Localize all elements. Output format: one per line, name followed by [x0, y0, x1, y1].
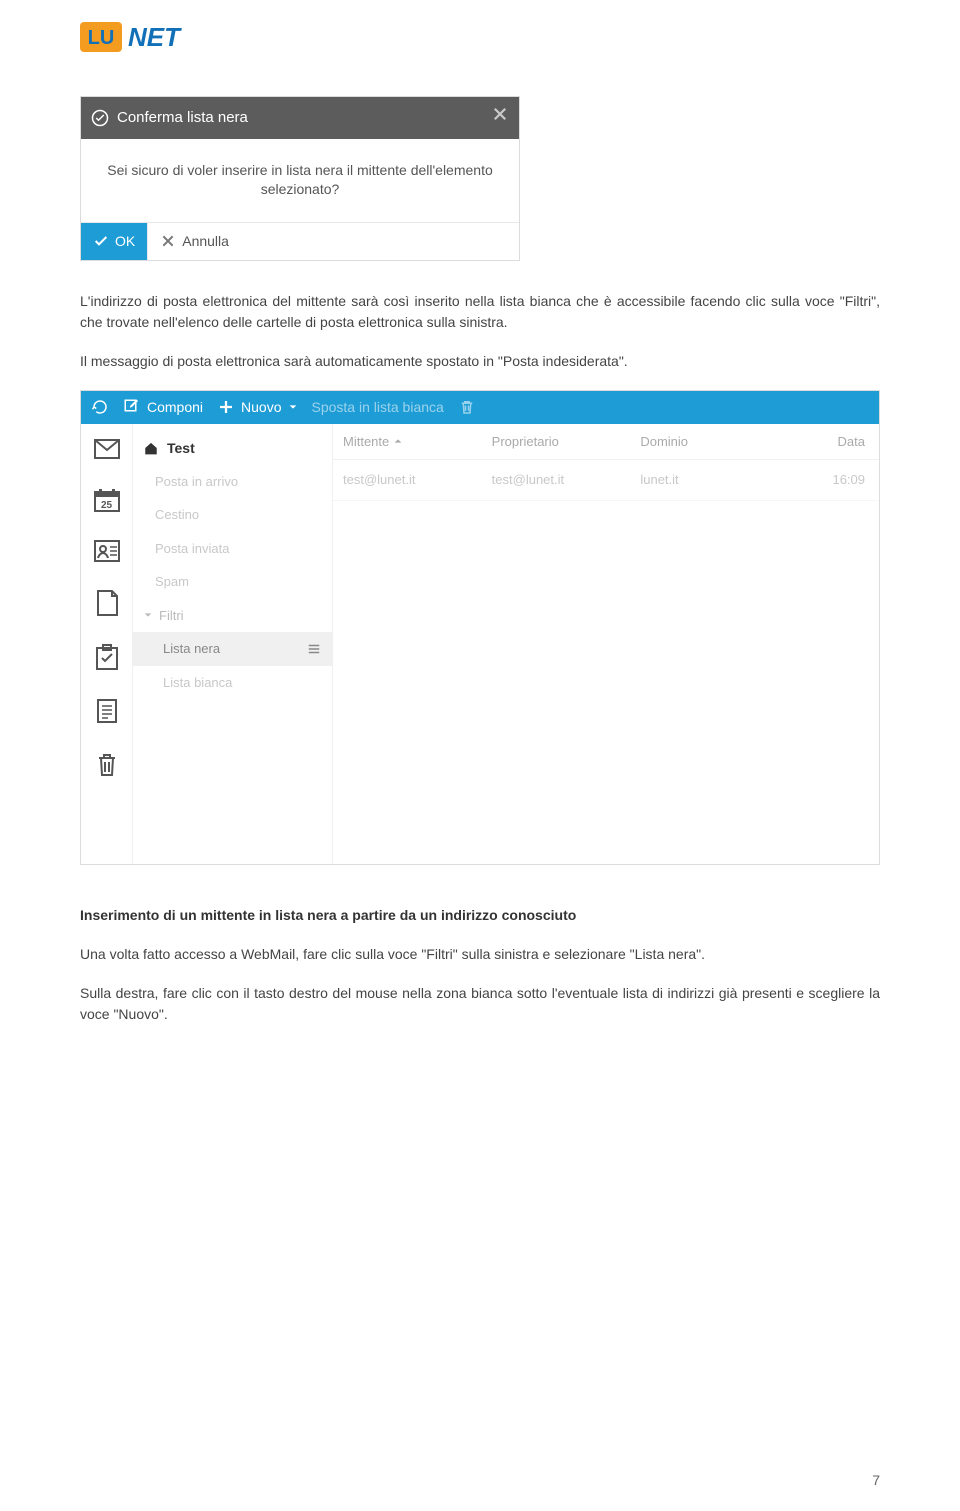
folder-trash[interactable]: Cestino	[133, 498, 332, 532]
filter-blacklist[interactable]: Lista nera	[133, 632, 332, 666]
compose-icon	[123, 398, 141, 416]
folder-inbox[interactable]: Posta in arrivo	[133, 465, 332, 499]
plus-icon	[217, 398, 235, 416]
col-owner[interactable]: Proprietario	[492, 432, 631, 452]
chevron-down-icon	[143, 610, 153, 620]
filters-section[interactable]: Filtri	[133, 599, 332, 633]
paragraph-2: Il messaggio di posta elettronica sarà a…	[80, 351, 880, 372]
cell-owner: test@lunet.it	[492, 470, 631, 490]
close-icon[interactable]	[491, 105, 509, 131]
dialog-body: Sei sicuro di voler inserire in lista ne…	[81, 139, 519, 223]
refresh-icon	[91, 398, 109, 416]
calendar-day-number: 25	[94, 498, 120, 513]
dialog-header: Conferma lista nera	[81, 97, 519, 139]
menu-icon[interactable]	[306, 642, 322, 656]
notes-app-icon[interactable]	[95, 590, 119, 616]
logo-right-text: NET	[128, 22, 182, 52]
ok-button-label: OK	[115, 231, 135, 252]
folder-sent[interactable]: Posta inviata	[133, 532, 332, 566]
cancel-button[interactable]: Annulla	[148, 223, 241, 260]
cell-sender: test@lunet.it	[343, 470, 482, 490]
chevron-down-icon	[288, 402, 298, 412]
move-whitelist-button[interactable]: Sposta in lista bianca	[312, 397, 444, 418]
sort-asc-icon	[393, 436, 403, 446]
col-sender[interactable]: Mittente	[343, 432, 482, 452]
filter-blacklist-label: Lista nera	[163, 639, 220, 659]
table-header: Mittente Proprietario Dominio Data	[333, 424, 879, 461]
contacts-app-icon[interactable]	[94, 540, 120, 562]
col-date[interactable]: Data	[789, 432, 869, 452]
check-circle-icon	[91, 109, 109, 127]
folder-spam[interactable]: Spam	[133, 565, 332, 599]
page-number: 7	[872, 1470, 880, 1491]
paragraph-4: Sulla destra, fare clic con il tasto des…	[80, 983, 880, 1025]
check-icon	[93, 233, 109, 249]
trash-app-icon[interactable]	[95, 752, 119, 778]
dialog-footer: OK Annulla	[81, 223, 519, 260]
compose-label: Componi	[147, 397, 203, 418]
paragraph-1: L'indirizzo di posta elettronica del mit…	[80, 291, 880, 333]
filter-whitelist[interactable]: Lista bianca	[133, 666, 332, 700]
webmail-toolbar: Componi Nuovo Sposta in lista bianca	[81, 391, 879, 424]
mail-app-icon[interactable]	[94, 438, 120, 460]
new-button[interactable]: Nuovo	[217, 397, 297, 418]
table-row[interactable]: test@lunet.it test@lunet.it lunet.it 16:…	[333, 460, 879, 501]
cell-domain: lunet.it	[640, 470, 779, 490]
col-domain[interactable]: Dominio	[640, 432, 779, 452]
filter-whitelist-label: Lista bianca	[163, 673, 232, 693]
refresh-button[interactable]	[91, 398, 109, 416]
trash-toolbar-button[interactable]	[458, 398, 476, 416]
cell-date: 16:09	[789, 470, 869, 490]
compose-button[interactable]: Componi	[123, 397, 203, 418]
logo-left-text: LU	[88, 27, 115, 49]
section-heading: Inserimento di un mittente in lista nera…	[80, 905, 880, 926]
webmail-screenshot: Componi Nuovo Sposta in lista bianca	[80, 390, 880, 865]
documents-app-icon[interactable]	[95, 698, 119, 724]
cancel-button-label: Annulla	[182, 231, 229, 252]
ok-button[interactable]: OK	[81, 223, 148, 260]
x-icon	[160, 233, 176, 249]
dialog-title: Conferma lista nera	[117, 107, 491, 130]
new-label: Nuovo	[241, 397, 281, 418]
root-folder-label: Test	[167, 438, 195, 459]
logo: LU NET	[80, 20, 880, 56]
confirm-dialog: Conferma lista nera Sei sicuro di voler …	[80, 96, 520, 261]
app-rail: 25	[81, 424, 133, 864]
root-folder[interactable]: Test	[133, 432, 332, 465]
logo-svg: LU NET	[80, 20, 220, 56]
paragraph-3: Una volta fatto accesso a WebMail, fare …	[80, 944, 880, 965]
tasks-app-icon[interactable]	[95, 644, 119, 670]
folder-tree: Test Posta in arrivo Cestino Posta invia…	[133, 424, 333, 864]
filters-label: Filtri	[159, 606, 184, 626]
move-whitelist-label: Sposta in lista bianca	[312, 397, 444, 418]
trash-icon	[458, 398, 476, 416]
home-icon	[143, 441, 159, 455]
calendar-app-icon[interactable]: 25	[94, 488, 120, 512]
entries-table: Mittente Proprietario Dominio Data test@…	[333, 424, 879, 864]
